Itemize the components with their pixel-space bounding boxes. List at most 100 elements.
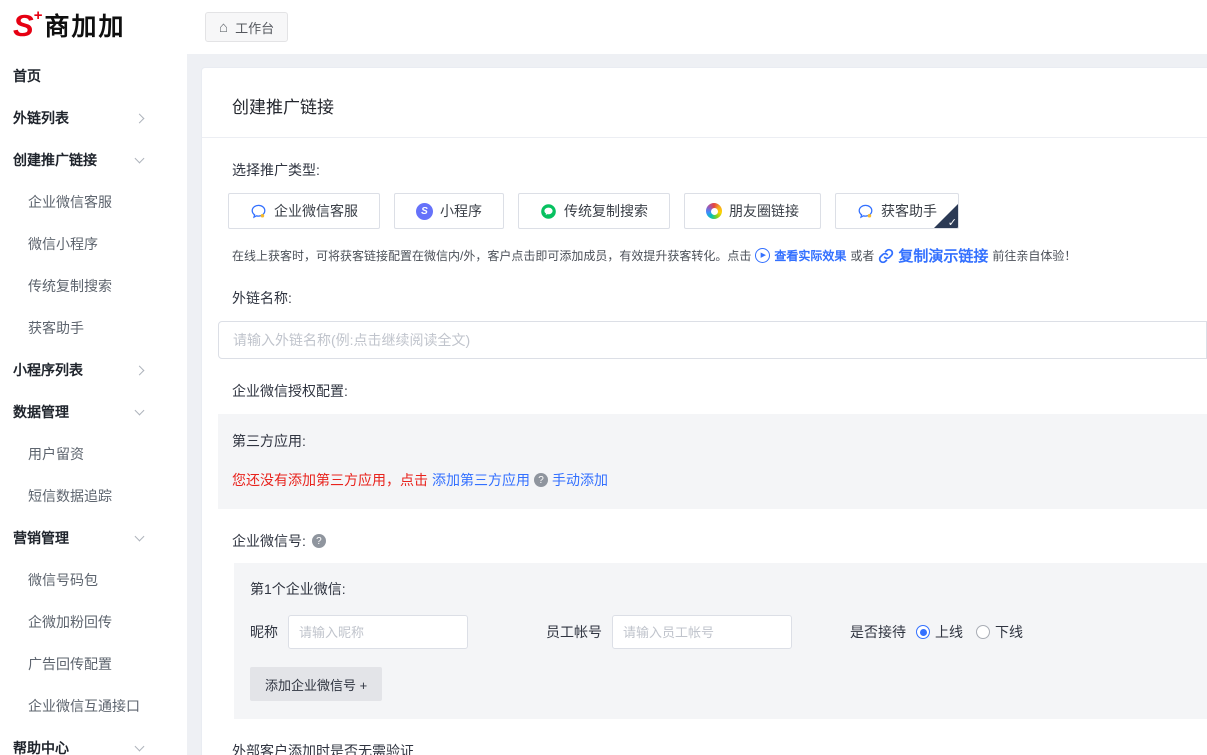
sidebar-item-parent[interactable]: 创建推广链接 — [0, 139, 187, 181]
hint-text-or: 或者 — [850, 247, 874, 264]
chevron-right-icon — [135, 113, 145, 123]
tab-workbench[interactable]: ⌂ 工作台 — [205, 12, 288, 42]
main-layout: 首页外链列表创建推广链接企业微信客服微信小程序传统复制搜索获客助手小程序列表数据… — [0, 54, 1207, 755]
radio-option[interactable]: 下线 — [976, 622, 1023, 642]
radio-option-label: 下线 — [995, 622, 1023, 642]
nickname-label: 昵称 — [250, 622, 278, 642]
third-party-label: 第三方应用: — [232, 431, 1187, 451]
sidebar-item-parent[interactable]: 外链列表 — [0, 97, 187, 139]
wechat-green-icon — [540, 203, 557, 220]
radio-option[interactable]: 上线 — [916, 622, 963, 642]
sidebar-item-child[interactable]: 传统复制搜索 — [0, 265, 187, 307]
add-wecom-account-button[interactable]: 添加企业微信号 + — [250, 667, 382, 701]
reception-radio-group: 上线 下线 — [916, 622, 1023, 642]
sidebar-item-label: 首页 — [13, 66, 41, 86]
radio-unselected-icon[interactable] — [976, 625, 990, 639]
promo-type-label: 小程序 — [440, 201, 482, 221]
sidebar-item-parent[interactable]: 营销管理 — [0, 517, 187, 559]
sidebar-item-label: 企微加粉回传 — [28, 612, 112, 632]
sidebar-item-label: 微信小程序 — [28, 234, 98, 254]
sidebar-item-child[interactable]: 企业微信客服 — [0, 181, 187, 223]
sidebar-item-child[interactable]: 获客助手 — [0, 307, 187, 349]
sidebar-item-child[interactable]: 广告回传配置 — [0, 643, 187, 685]
promo-type-button[interactable]: 获客助手 ✓ — [835, 193, 959, 229]
miniprogram-icon: S — [416, 203, 433, 220]
promo-type-button[interactable]: S 小程序 — [394, 193, 504, 229]
sidebar-item-label: 数据管理 — [13, 402, 69, 422]
topbar: S + 商加加 ⌂ 工作台 — [0, 0, 1207, 54]
sidebar-item-parent[interactable]: 帮助中心 — [0, 727, 187, 755]
sidebar-item-parent[interactable]: 首页 — [0, 55, 187, 97]
manual-add-link[interactable]: 手动添加 — [552, 470, 608, 490]
link-icon — [878, 248, 894, 264]
chevron-down-icon — [135, 405, 145, 415]
promo-type-label: 获客助手 — [881, 201, 937, 221]
sidebar-item-label: 帮助中心 — [13, 738, 69, 755]
sidebar-item-parent[interactable]: 数据管理 — [0, 391, 187, 433]
wecom-account-label: 企业微信号: — [232, 531, 306, 551]
nickname-input[interactable] — [288, 615, 468, 649]
acquisition-chat-icon — [857, 203, 874, 220]
sidebar-item-label: 广告回传配置 — [28, 654, 112, 674]
promo-type-button[interactable]: 朋友圈链接 — [684, 193, 821, 229]
chevron-down-icon — [135, 153, 145, 163]
create-link-card: 创建推广链接 选择推广类型: 企业微信客服S小程序传统复制搜索朋友圈链接获客助手… — [201, 67, 1207, 755]
hint-text-after: 前往亲自体验！ — [992, 247, 1076, 264]
moments-icon — [706, 203, 722, 219]
copy-demo-link[interactable]: 复制演示链接 — [898, 245, 988, 266]
sidebar-item-child[interactable]: 企业微信互通接口 — [0, 685, 187, 727]
sidebar-item-label: 企业微信互通接口 — [28, 696, 140, 716]
sidebar-item-child[interactable]: 用户留资 — [0, 433, 187, 475]
brand-name: 商加加 — [44, 8, 125, 46]
sidebar-item-label: 企业微信客服 — [28, 192, 112, 212]
sidebar: 首页外链列表创建推广链接企业微信客服微信小程序传统复制搜索获客助手小程序列表数据… — [0, 54, 187, 755]
wecom-account-panel: 第1个企业微信: 昵称 员工帐号 是否接待 上线 下线 添加企业微信号 + — [234, 563, 1207, 719]
chevron-right-icon — [135, 365, 145, 375]
promo-type-label: 企业微信客服 — [274, 201, 358, 221]
sidebar-item-label: 用户留资 — [28, 444, 84, 464]
page-title: 创建推广链接 — [232, 93, 1177, 118]
view-effect-link[interactable]: 查看实际效果 — [774, 247, 846, 264]
help-icon[interactable]: ? — [312, 534, 326, 548]
add-third-party-link[interactable]: 添加第三方应用 — [432, 470, 530, 490]
sidebar-item-child[interactable]: 微信号码包 — [0, 559, 187, 601]
hint-line: 在线上获客时，可将获客链接配置在微信内/外，客户点击即可添加成员，有效提升获客转… — [232, 245, 1207, 266]
wecom-group-title: 第1个企业微信: — [250, 579, 1207, 599]
auth-config-label: 企业微信授权配置: — [232, 381, 1207, 401]
promo-type-row: 企业微信客服 S 小程序 传统复制搜索朋友圈链接 获客助手 ✓ — [228, 193, 1207, 229]
staff-account-label: 员工帐号 — [546, 622, 602, 642]
promo-type-button[interactable]: 传统复制搜索 — [518, 193, 670, 229]
link-name-input[interactable] — [218, 321, 1207, 359]
wecom-fields-row: 昵称 员工帐号 是否接待 上线 下线 — [250, 615, 1207, 649]
radio-option-label: 上线 — [935, 622, 963, 642]
sidebar-item-label: 传统复制搜索 — [28, 276, 112, 296]
sidebar-item-child[interactable]: 微信小程序 — [0, 223, 187, 265]
reception-label: 是否接待 — [850, 622, 906, 642]
sidebar-item-label: 微信号码包 — [28, 570, 98, 590]
brand-logo-plus: + — [34, 9, 43, 23]
help-icon[interactable]: ? — [534, 473, 548, 487]
sidebar-item-child[interactable]: 短信数据追踪 — [0, 475, 187, 517]
checkmark-icon: ✓ — [948, 216, 957, 229]
staff-account-input[interactable] — [612, 615, 792, 649]
home-icon: ⌂ — [219, 20, 228, 35]
verify-label: 外部客户添加时是否无需验证 — [232, 741, 1207, 755]
brand-logo[interactable]: S + 商加加 — [0, 8, 187, 46]
warning-text: 您还没有添加第三方应用，点击 — [232, 470, 428, 490]
card-body: 选择推广类型: 企业微信客服 S 小程序 传统复制搜索朋友圈链接 获客助手 ✓ 在线上获客… — [202, 160, 1207, 755]
sidebar-item-label: 创建推广链接 — [13, 150, 97, 170]
sidebar-item-child[interactable]: 企微加粉回传 — [0, 601, 187, 643]
promo-type-label: 选择推广类型: — [232, 160, 1207, 180]
sidebar-item-label: 短信数据追踪 — [28, 486, 112, 506]
content-area: 创建推广链接 选择推广类型: 企业微信客服S小程序传统复制搜索朋友圈链接获客助手… — [187, 54, 1207, 755]
brand-logo-letter: S — [13, 8, 34, 44]
play-icon[interactable]: ▶ — [755, 248, 770, 263]
promo-type-button[interactable]: 企业微信客服 — [228, 193, 380, 229]
sidebar-item-parent[interactable]: 小程序列表 — [0, 349, 187, 391]
sidebar-item-label: 外链列表 — [13, 108, 69, 128]
hint-text-before: 在线上获客时，可将获客链接配置在微信内/外，客户点击即可添加成员，有效提升获客转… — [232, 247, 751, 264]
wecom-account-label-row: 企业微信号: ? — [232, 531, 1207, 551]
radio-selected-icon[interactable] — [916, 625, 930, 639]
chevron-down-icon — [135, 531, 145, 541]
sidebar-item-label: 小程序列表 — [13, 360, 83, 380]
